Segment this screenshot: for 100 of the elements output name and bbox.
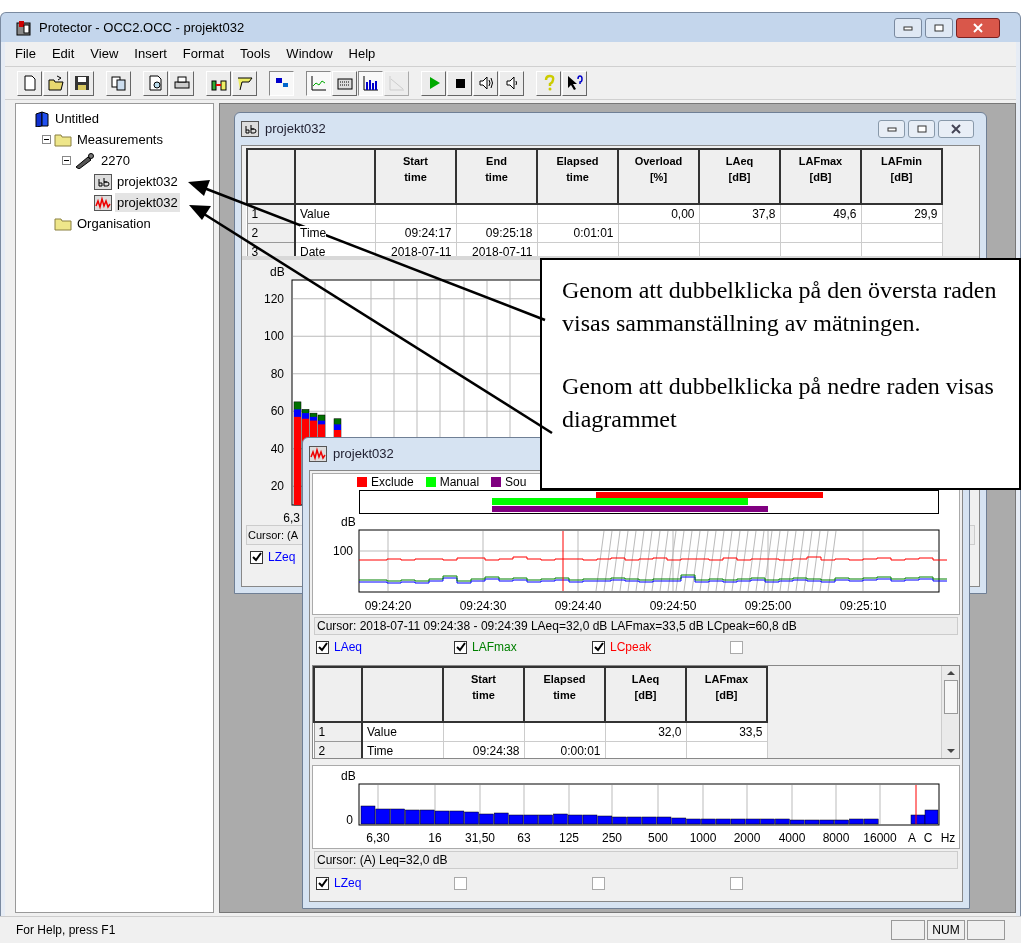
tree-item[interactable]: Measurements — [75, 129, 165, 150]
scrollbar[interactable] — [941, 666, 959, 758]
spectrum-bar — [508, 814, 524, 825]
tree-item[interactable]: Untitled — [53, 108, 102, 129]
maximize-button[interactable] — [908, 120, 935, 138]
scroll-down-icon — [946, 749, 955, 754]
row-label: Time — [367, 744, 394, 758]
checkbox[interactable] — [592, 640, 605, 654]
tick-label: 6,30 — [366, 831, 390, 845]
row-label: Time — [300, 226, 327, 240]
minimize-button[interactable] — [894, 17, 922, 38]
legend-label: Sou — [505, 474, 527, 491]
spectrum-bar — [627, 816, 642, 825]
scroll-up-icon — [946, 670, 955, 675]
column-header: Overload [%] — [618, 149, 699, 204]
spectrum-bar — [641, 816, 657, 825]
spectrum-bar — [449, 810, 465, 825]
axis-label: dB — [341, 769, 356, 783]
spectrum-bar — [464, 811, 479, 825]
spectrum-bar — [582, 814, 598, 825]
status-text: For Help, press F1 — [16, 922, 116, 939]
channel-label: LZeq — [268, 549, 296, 566]
menu-item[interactable]: Help — [342, 44, 382, 64]
menu-item[interactable]: File — [9, 44, 42, 64]
expander-icon[interactable] — [42, 135, 51, 144]
corner-header — [247, 149, 295, 204]
app-icon — [15, 18, 33, 37]
callout-text: Genom att dubbelklicka på nedre raden visas diagrammet — [562, 372, 995, 434]
column-header: Start time — [375, 149, 456, 204]
checkbox[interactable] — [454, 876, 467, 890]
axis-label: dB — [270, 265, 285, 279]
toolbar-button[interactable] — [358, 70, 383, 96]
maximize-button[interactable] — [925, 17, 953, 38]
copy-icon — [109, 74, 128, 92]
column-header: Elapsed time — [524, 667, 605, 722]
checkbox[interactable] — [592, 876, 605, 890]
tree-item[interactable]: 2270 — [99, 150, 132, 171]
cursor-readout: Cursor: 2018-07-11 09:24:38 - 09:24:39 LAeq=32,0 dB LAFmax=33,5 dB LCpeak=60,8 dB — [314, 617, 958, 635]
table-cell: 49,6 — [780, 204, 861, 224]
table-cell: 33,5 — [686, 722, 767, 742]
tick-label: 09:25:10 — [839, 599, 887, 613]
level-chart-icon — [309, 74, 328, 92]
minimize-button[interactable] — [878, 120, 905, 138]
tree-item[interactable]: projekt032 — [115, 171, 180, 192]
window-title: projekt032 — [265, 120, 326, 139]
checkbox[interactable] — [730, 640, 743, 654]
close-button[interactable] — [956, 17, 1000, 38]
column-header: Elapsed time — [537, 149, 618, 204]
tick-label: 500 — [648, 831, 668, 845]
checkbox[interactable] — [316, 640, 329, 654]
tick-label: 6,3 — [283, 511, 300, 525]
checkbox[interactable] — [454, 640, 467, 654]
menu-item[interactable]: Format — [176, 44, 230, 64]
legend-label: Exclude — [371, 474, 414, 491]
table-cell: 0:01:01 — [537, 223, 618, 243]
table-cell: 0,00 — [618, 204, 699, 224]
tick-label: 20 — [270, 479, 284, 494]
checkbox[interactable] — [316, 876, 329, 890]
tick-label: 31,50 — [465, 831, 495, 845]
spectrum-bar — [493, 812, 509, 825]
tick-label: 125 — [559, 831, 579, 845]
menu-item[interactable]: View — [84, 44, 125, 64]
tick-label: 100 — [332, 544, 353, 558]
channel-label: LAFmax — [472, 639, 517, 656]
tick-label: 09:24:30 — [459, 599, 507, 613]
checkbox[interactable] — [250, 550, 263, 564]
tick-label: C — [923, 831, 933, 845]
menu-item[interactable]: Tools — [234, 44, 277, 64]
spectrum-bar — [523, 814, 539, 825]
column-header: LAFmax [dB] — [780, 149, 861, 204]
spectrum-bar — [434, 810, 450, 825]
tree-item[interactable]: Organisation — [75, 213, 153, 234]
spectrum-bar — [553, 813, 568, 825]
tick-label: 16000 — [863, 831, 897, 845]
tick-label: 1000 — [689, 831, 717, 845]
tree-item[interactable]: projekt032 — [115, 192, 180, 213]
tick-label: 09:24:20 — [364, 599, 412, 613]
row-label: Date — [300, 245, 326, 256]
spectrum-bar — [405, 809, 420, 825]
row-label: Value — [367, 725, 397, 739]
marker-icon — [235, 74, 254, 92]
book-icon — [34, 110, 50, 127]
spectrum-bar — [390, 808, 405, 825]
checkbox[interactable] — [730, 876, 743, 890]
expander-icon[interactable] — [62, 156, 71, 165]
menu-item[interactable]: Insert — [128, 44, 173, 64]
context-help-icon — [565, 74, 584, 92]
column-header: LAeq [dB] — [699, 149, 780, 204]
cursor-line — [562, 530, 564, 592]
cursor-line — [915, 784, 917, 825]
tick-label: 2000 — [733, 831, 761, 845]
toolbar-button[interactable] — [269, 70, 294, 96]
folder-icon — [54, 216, 72, 231]
db-table-icon — [241, 121, 259, 137]
spectrum-bar — [612, 816, 627, 825]
menu-item[interactable]: Window — [280, 44, 339, 64]
menu-item[interactable]: Edit — [45, 44, 81, 64]
scroll-thumb[interactable] — [943, 680, 958, 714]
callout-text: Genom att dubbelklicka på den översta raden visas sammanställning av mätningen. — [562, 276, 998, 338]
close-button[interactable] — [938, 120, 974, 138]
